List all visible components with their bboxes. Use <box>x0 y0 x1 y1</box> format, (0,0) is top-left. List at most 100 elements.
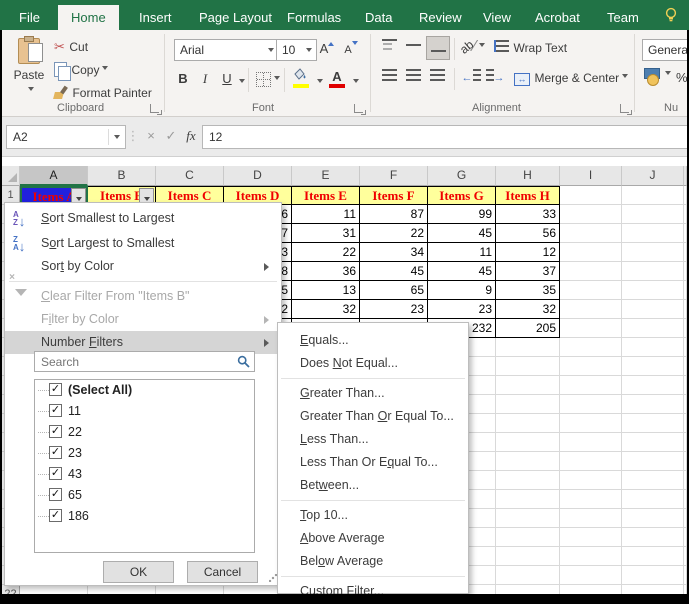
merge-center-button[interactable]: ↔ Merge & Center <box>514 69 629 87</box>
data-cell[interactable]: 23 <box>428 300 496 319</box>
data-cell[interactable]: 22 <box>292 243 360 262</box>
cell[interactable] <box>622 224 684 243</box>
enter-formula-icon[interactable]: ✓ <box>162 125 180 147</box>
column-header-h[interactable]: H <box>496 166 560 186</box>
filter-value-item[interactable]: ✓ 186 <box>35 506 254 527</box>
cell[interactable] <box>560 433 622 452</box>
column-header-g[interactable]: G <box>428 166 496 186</box>
cell[interactable] <box>560 357 622 376</box>
cell[interactable] <box>560 490 622 509</box>
italic-button[interactable]: I <box>194 68 216 90</box>
name-box-splitter[interactable]: ⋮ <box>124 125 142 147</box>
name-box[interactable]: A2 <box>6 125 126 149</box>
checkbox-checked-icon[interactable]: ✓ <box>49 488 62 501</box>
cell[interactable] <box>560 262 622 281</box>
cell[interactable] <box>622 452 684 471</box>
cell[interactable] <box>560 452 622 471</box>
tab-data[interactable]: Data <box>352 5 405 30</box>
accounting-format-button[interactable] <box>644 68 671 89</box>
submenu-item-less-than[interactable]: Less Than... <box>278 428 468 451</box>
cell[interactable] <box>560 509 622 528</box>
data-cell[interactable]: 34 <box>360 243 428 262</box>
column-header-b[interactable]: B <box>88 166 156 186</box>
align-right-button[interactable] <box>426 66 448 88</box>
paste-button[interactable]: Paste <box>10 36 48 102</box>
cell[interactable] <box>622 281 684 300</box>
cell[interactable] <box>496 509 560 528</box>
filter-value-item[interactable]: ✓ 43 <box>35 464 254 485</box>
insert-function-icon[interactable]: fx <box>182 125 200 147</box>
cell[interactable] <box>622 528 684 547</box>
font-color-dropdown-arrow[interactable] <box>353 79 359 86</box>
cell[interactable] <box>560 281 622 300</box>
cell[interactable] <box>622 300 684 319</box>
filter-value-item[interactable]: ✓ 65 <box>35 485 254 506</box>
orientation-button[interactable]: ab⁄ <box>457 37 486 57</box>
clipboard-dialog-launcher-icon[interactable] <box>150 104 162 115</box>
cell[interactable] <box>560 319 622 338</box>
filter-search-input[interactable] <box>39 354 233 370</box>
tab-home[interactable]: Home <box>58 5 119 30</box>
menu-item-sort-smallest-to-largest[interactable]: A Z↓ Sort Smallest to Largest <box>5 207 281 230</box>
fill-color-dropdown-arrow[interactable] <box>317 79 323 86</box>
checkbox-checked-icon[interactable]: ✓ <box>49 425 62 438</box>
data-cell[interactable]: 32 <box>496 300 560 319</box>
cell[interactable] <box>496 490 560 509</box>
cell[interactable] <box>622 471 684 490</box>
ok-button[interactable]: OK <box>103 561 174 583</box>
shrink-font-button[interactable]: A <box>340 38 362 60</box>
data-cell[interactable]: 12 <box>496 243 560 262</box>
cell[interactable] <box>622 357 684 376</box>
data-cell[interactable]: 56 <box>496 224 560 243</box>
data-cell[interactable]: 23 <box>360 300 428 319</box>
tab-page-layout[interactable]: Page Layout <box>186 5 285 30</box>
items-b-filter-dropdown-button[interactable] <box>139 188 154 203</box>
submenu-item-greater-than[interactable]: Greater Than... <box>278 382 468 405</box>
cell[interactable] <box>622 338 684 357</box>
select-all-corner[interactable] <box>2 166 20 186</box>
cell[interactable] <box>496 566 560 585</box>
column-header-d[interactable]: D <box>224 166 292 186</box>
cell[interactable] <box>622 319 684 338</box>
cell[interactable] <box>496 376 560 395</box>
data-cell[interactable]: 45 <box>428 262 496 281</box>
submenu-item-below-average[interactable]: Below Average <box>278 550 468 573</box>
cell[interactable] <box>560 300 622 319</box>
cell[interactable] <box>622 547 684 566</box>
font-dialog-launcher-icon[interactable] <box>354 104 366 115</box>
wrap-text-button[interactable]: Wrap Text <box>494 39 567 57</box>
cell[interactable] <box>622 414 684 433</box>
cell[interactable] <box>496 471 560 490</box>
data-cell[interactable]: 32 <box>292 300 360 319</box>
bottom-align-button[interactable] <box>426 36 450 60</box>
font-name-combo[interactable]: Arial <box>174 39 279 61</box>
cell[interactable] <box>560 547 622 566</box>
cell[interactable] <box>622 262 684 281</box>
borders-button[interactable] <box>256 72 280 92</box>
cell[interactable] <box>622 376 684 395</box>
filter-search-box[interactable] <box>34 351 255 372</box>
tab-file[interactable]: File <box>6 5 53 30</box>
tab-team[interactable]: Team <box>594 5 652 30</box>
cell[interactable] <box>560 224 622 243</box>
filter-value-item[interactable]: ✓ 23 <box>35 443 254 464</box>
fill-color-button[interactable] <box>292 68 312 90</box>
filter-value-item[interactable]: ✓ (Select All) <box>35 380 254 401</box>
cell[interactable] <box>496 528 560 547</box>
cut-button[interactable]: ✂ Cut <box>54 38 88 56</box>
cell[interactable] <box>496 433 560 452</box>
underline-button[interactable]: U <box>216 68 238 90</box>
cell[interactable] <box>560 338 622 357</box>
checkbox-checked-icon[interactable]: ✓ <box>49 383 62 396</box>
menu-item-sort-largest-to-smallest[interactable]: Z A↓ Sort Largest to Smallest <box>5 232 281 255</box>
cancel-button[interactable]: Cancel <box>187 561 258 583</box>
submenu-item-greater-than-or-equal[interactable]: Greater Than Or Equal To... <box>278 405 468 428</box>
data-cell[interactable]: 35 <box>496 281 560 300</box>
submenu-item-equals[interactable]: Equals... <box>278 329 468 352</box>
font-color-button[interactable]: A <box>328 68 346 90</box>
data-cell[interactable]: 22 <box>360 224 428 243</box>
underline-dropdown-arrow[interactable] <box>239 79 245 86</box>
formula-input[interactable]: 12 <box>202 125 689 149</box>
header-cell[interactable]: Items F <box>360 186 428 205</box>
search-magnifier-icon[interactable] <box>237 355 250 368</box>
